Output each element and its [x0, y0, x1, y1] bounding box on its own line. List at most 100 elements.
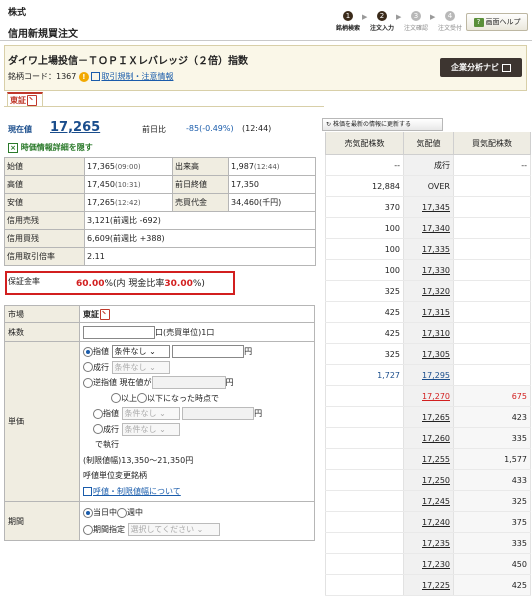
buy-qty-cell: 335 — [453, 532, 531, 554]
credit-value: 3,121(前週比 -692) — [84, 211, 316, 230]
tick-size-link[interactable]: 呼値・制限値幅について — [93, 487, 181, 496]
market-tab-tse[interactable]: 東証 — [7, 92, 43, 107]
quote-price[interactable]: 17,245 — [422, 497, 450, 506]
quote-price[interactable]: 17,305 — [422, 350, 450, 359]
quote-price[interactable]: 17,250 — [422, 476, 450, 485]
quote-price[interactable]: 17,310 — [422, 329, 450, 338]
chevron-down-icon: ⌄ — [149, 347, 156, 356]
quote-price[interactable]: 17,240 — [422, 518, 450, 527]
stop-market-condition-select[interactable]: 条件なし ⌄ — [121, 422, 180, 436]
refresh-quotes-button[interactable]: ↻ 株価を最新の情報に更新する — [322, 118, 443, 131]
buy-qty-cell — [453, 238, 531, 260]
buy-qty-cell: 335 — [453, 427, 531, 449]
step-1-number: 1 — [343, 11, 353, 21]
trigger-price-input[interactable] — [151, 376, 226, 389]
restriction-icon — [27, 95, 37, 106]
quote-time: (12:42) — [115, 199, 141, 207]
prev-change-time: (12:44) — [242, 124, 272, 133]
table-row: 17,245 325 — [325, 490, 531, 512]
qty-input[interactable] — [83, 325, 155, 339]
quote-price[interactable]: 17,340 — [422, 224, 450, 233]
quote-price[interactable]: 17,330 — [422, 266, 450, 275]
period-label: 期間 — [4, 501, 80, 541]
buy-qty-cell: 423 — [453, 406, 531, 428]
below-label: 以下になった時点で — [147, 393, 219, 403]
market-condition-select[interactable]: 条件なし ⌄ — [111, 360, 170, 374]
market-order-radio[interactable] — [83, 362, 93, 372]
stop-limit-price-input[interactable] — [182, 407, 255, 420]
tick-note-line: 呼値単位変更銘柄 — [83, 468, 311, 484]
limit-price-input[interactable] — [172, 345, 245, 358]
buy-qty-cell — [453, 196, 531, 218]
price-cell: 指値 条件なし ⌄ 円 成行 条件なし ⌄ 逆指値 現在値が円 以上 以下になった… — [79, 341, 315, 502]
regulation-info-link[interactable]: 取引規制・注意情報 — [101, 72, 173, 81]
quote-price[interactable]: 17,260 — [422, 434, 450, 443]
credit-value: 2.11 — [84, 247, 316, 266]
step-4-label: 注文受付 — [437, 25, 462, 32]
quote-number: 17,365 — [87, 162, 115, 171]
sell-qty-cell: 100 — [325, 238, 404, 260]
quote-value: 1,987(12:44) — [228, 157, 316, 176]
quote-price[interactable]: 17,335 — [422, 245, 450, 254]
stop-limit-condition-select[interactable]: 条件なし ⌄ — [121, 407, 180, 420]
period-specify-radio[interactable] — [83, 524, 93, 535]
today-radio[interactable] — [83, 507, 93, 518]
table-row: 17,235 335 — [325, 532, 531, 554]
stop-market-line: 成行 条件なし ⌄ — [83, 422, 311, 438]
step-2-number: 2 — [377, 11, 387, 21]
quote-price[interactable]: 17,270 — [422, 392, 450, 401]
table-row: 100 17,340 — [325, 217, 531, 239]
screen-help-button[interactable]: ? 画面ヘルプ — [466, 13, 528, 31]
market-row: 市場 東証 — [4, 305, 315, 323]
quote-value: 17,450(10:31) — [84, 175, 173, 194]
period-cell: 当日中 週中 期間指定 選択してください ⌄ — [79, 501, 315, 541]
quote-price[interactable]: 17,345 — [422, 203, 450, 212]
limit-condition-select[interactable]: 条件なし ⌄ — [111, 345, 170, 358]
quote-price[interactable]: 17,320 — [422, 287, 450, 296]
margin-rate-label: 保証金率 — [8, 277, 40, 286]
price-cell: 17,345 — [403, 196, 454, 218]
market-condition-value: 条件なし — [114, 362, 147, 372]
quote-price: OVER — [427, 181, 450, 191]
quote-price[interactable]: 17,230 — [422, 560, 450, 569]
market-label: 市場 — [4, 305, 80, 323]
quote-number: 1,987 — [231, 162, 254, 171]
sell-qty-cell: 1,727 — [325, 364, 404, 386]
stop-limit-radio[interactable] — [93, 408, 103, 419]
quote-value: 17,365(09:00) — [84, 157, 173, 176]
tick-change-note: 呼値単位変更銘柄 — [83, 471, 147, 480]
sell-qty-cell: -- — [325, 154, 404, 176]
quote-price[interactable]: 17,225 — [422, 581, 450, 590]
period-select[interactable]: 選択してください ⌄ — [127, 523, 220, 536]
stop-order-radio[interactable] — [83, 377, 93, 388]
above-radio[interactable] — [111, 393, 121, 403]
table-row: 100 17,335 — [325, 238, 531, 260]
price-cell: 17,310 — [403, 322, 454, 344]
hide-quote-details-link[interactable]: × 時価情報詳細を隠す — [8, 142, 93, 153]
period-specify-line: 期間指定 選択してください ⌄ — [83, 521, 311, 538]
current-price-value[interactable]: 17,265 — [50, 120, 100, 135]
quote-price[interactable]: 17,235 — [422, 539, 450, 548]
step-3-label: 注文確認 — [403, 25, 428, 32]
quote-price[interactable]: 17,255 — [422, 455, 450, 464]
quote-value: 17,350 — [228, 175, 316, 194]
qty-label: 株数 — [4, 322, 80, 342]
above-label: 以上 — [121, 393, 137, 403]
company-analysis-nav-button[interactable]: 企業分析ナビ — [440, 58, 522, 77]
below-radio[interactable] — [137, 393, 147, 403]
stop-market-radio[interactable] — [93, 424, 103, 434]
price-cell: 17,225 — [403, 574, 454, 596]
price-row: 単価 指値 条件なし ⌄ 円 成行 条件なし ⌄ 逆指値 現在値が円 以上 以下に… — [4, 341, 315, 502]
quote-key: 前日終値 — [172, 175, 229, 194]
limit-radio[interactable] — [83, 346, 93, 357]
quote-price[interactable]: 17,265 — [422, 413, 450, 422]
week-radio[interactable] — [117, 507, 127, 518]
quote-price[interactable]: 17,315 — [422, 308, 450, 317]
warning-icon: ! — [78, 71, 89, 82]
step-3-number: 3 — [411, 11, 421, 21]
quote-price[interactable]: 17,295 — [422, 371, 450, 380]
sell-qty-cell: 100 — [325, 259, 404, 281]
restriction-icon — [100, 308, 110, 320]
order-form: 市場 東証 株数 口(売買単位)1口 単価 指値 条件なし ⌄ 円 成行 条件な… — [4, 305, 315, 541]
week-label: 週中 — [127, 508, 143, 517]
